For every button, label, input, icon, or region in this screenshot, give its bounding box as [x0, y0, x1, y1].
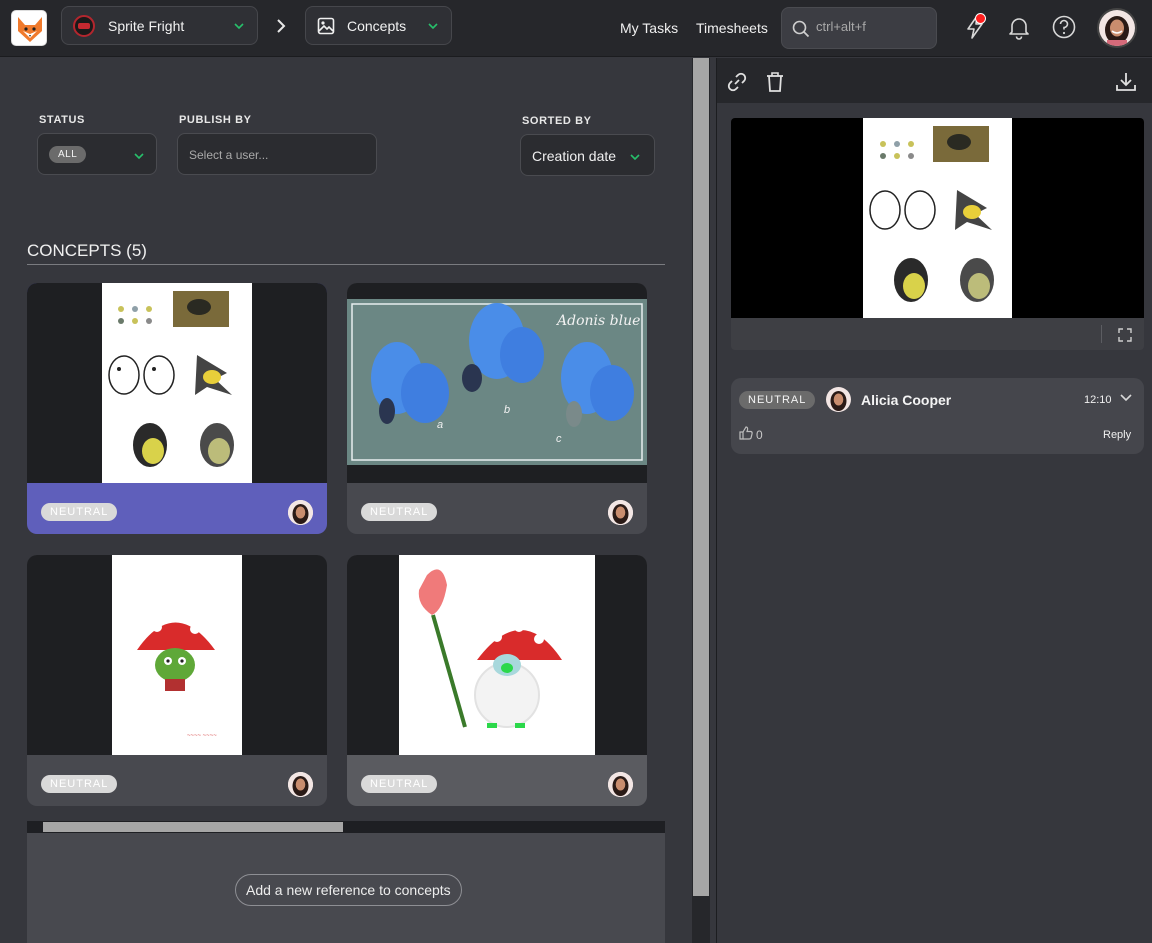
- search-input[interactable]: [816, 19, 926, 34]
- publish-user-field[interactable]: Select a user...: [177, 133, 377, 175]
- publish-filter-label: PUBLISH BY: [179, 114, 252, 126]
- image-icon: [317, 17, 335, 34]
- nav-my-tasks[interactable]: My Tasks: [620, 20, 678, 36]
- bell-icon[interactable]: [1005, 13, 1033, 41]
- sorted-by-label: SORTED BY: [522, 115, 592, 127]
- concepts-panel: STATUS ALL PUBLISH BY Select a user... S…: [0, 58, 692, 943]
- concepts-section-title: CONCEPTS (5): [27, 241, 665, 265]
- card-footer: NEUTRAL: [27, 755, 327, 806]
- preview-panel: NEUTRAL Alicia Cooper 12:10 0 Reply: [716, 58, 1152, 943]
- horizontal-scrollbar[interactable]: [27, 821, 665, 833]
- chevron-down-icon: [234, 23, 244, 30]
- comment-author-name: Alicia Cooper: [861, 392, 952, 408]
- bird-sketches-preview: [863, 118, 1012, 318]
- sort-select[interactable]: Creation date: [520, 134, 655, 176]
- nav-timesheets[interactable]: Timesheets: [696, 20, 768, 36]
- concept-card[interactable]: NEUTRAL: [347, 555, 647, 806]
- concept-card[interactable]: Adonis blue a b c NEUTRAL: [347, 283, 647, 534]
- author-avatar: [608, 772, 633, 797]
- butterfly-label-a: a: [437, 419, 444, 431]
- adonis-blue-butterflies-thumbnail: Adonis blue a b c: [347, 283, 647, 483]
- author-avatar: [288, 500, 313, 525]
- thumbs-up-icon[interactable]: [739, 426, 753, 440]
- help-icon[interactable]: [1050, 13, 1078, 41]
- bird-sketches-thumbnail: [27, 283, 327, 483]
- notification-dot: [975, 13, 986, 24]
- status-filter-label: STATUS: [39, 114, 85, 126]
- preview-canvas: [731, 118, 1144, 318]
- butterfly-label-b: b: [504, 404, 511, 416]
- author-avatar: [288, 772, 313, 797]
- concept-card[interactable]: NEUTRAL: [27, 283, 327, 534]
- author-avatar: [608, 500, 633, 525]
- search-box[interactable]: [781, 7, 937, 49]
- production-thumbnail-icon: [73, 14, 95, 37]
- chevron-down-icon[interactable]: [1119, 392, 1133, 404]
- comment-time: 12:10: [1084, 394, 1112, 406]
- comment-status-badge: NEUTRAL: [739, 391, 816, 409]
- mushroom-with-rose-thumbnail: [347, 555, 647, 755]
- production-name: Sprite Fright: [108, 17, 185, 34]
- card-footer: NEUTRAL: [347, 483, 647, 534]
- link-icon[interactable]: [726, 71, 748, 93]
- mushroom-goblin-thumbnail: ~~~~ ~~~~: [27, 555, 327, 755]
- scrollbar-thumb[interactable]: [43, 822, 343, 832]
- kitsu-fox-logo-icon[interactable]: [11, 10, 47, 46]
- butterfly-caption: Adonis blue: [557, 313, 641, 329]
- add-reference-button[interactable]: Add a new reference to concepts: [235, 874, 462, 906]
- status-badge: NEUTRAL: [41, 503, 118, 521]
- search-icon: [792, 20, 810, 38]
- sort-value: Creation date: [532, 148, 617, 164]
- card-footer: NEUTRAL: [347, 755, 647, 806]
- chevron-right-icon: [277, 19, 286, 33]
- comment-card: NEUTRAL Alicia Cooper 12:10 0 Reply: [731, 378, 1144, 454]
- chevron-down-icon: [134, 153, 144, 160]
- status-filter-select[interactable]: ALL: [37, 133, 157, 175]
- chevron-down-icon: [428, 23, 438, 30]
- download-icon[interactable]: [1115, 71, 1137, 93]
- concept-card[interactable]: ~~~~ ~~~~ NEUTRAL: [27, 555, 327, 806]
- fullscreen-icon[interactable]: [1118, 328, 1132, 342]
- vertical-scrollbar[interactable]: [692, 58, 710, 943]
- status-badge: NEUTRAL: [361, 775, 438, 793]
- top-bar: Sprite Fright Concepts My Tasks Timeshee…: [0, 0, 1152, 57]
- butterfly-label-c: c: [556, 433, 562, 445]
- preview-player: [731, 118, 1144, 350]
- chevron-down-icon: [630, 154, 640, 161]
- user-avatar[interactable]: [1097, 8, 1137, 48]
- preview-toolbar: [717, 58, 1152, 103]
- card-footer: NEUTRAL: [27, 483, 327, 534]
- section-selector[interactable]: Concepts: [305, 6, 452, 45]
- svg-text:~~~~ ~~~~: ~~~~ ~~~~: [187, 733, 217, 739]
- production-selector[interactable]: Sprite Fright: [61, 6, 258, 45]
- toolbar-divider: [1101, 325, 1102, 343]
- section-name: Concepts: [347, 17, 407, 34]
- like-count: 0: [756, 428, 763, 442]
- trash-icon[interactable]: [765, 71, 785, 93]
- reply-button[interactable]: Reply: [1103, 429, 1131, 441]
- status-badge: NEUTRAL: [41, 775, 118, 793]
- scrollbar-thumb[interactable]: [693, 58, 709, 896]
- comment-author-avatar: [826, 387, 851, 412]
- add-reference-zone: Add a new reference to concepts: [27, 833, 665, 943]
- publish-user-placeholder: Select a user...: [189, 148, 269, 162]
- status-filter-value: ALL: [49, 146, 87, 163]
- status-badge: NEUTRAL: [361, 503, 438, 521]
